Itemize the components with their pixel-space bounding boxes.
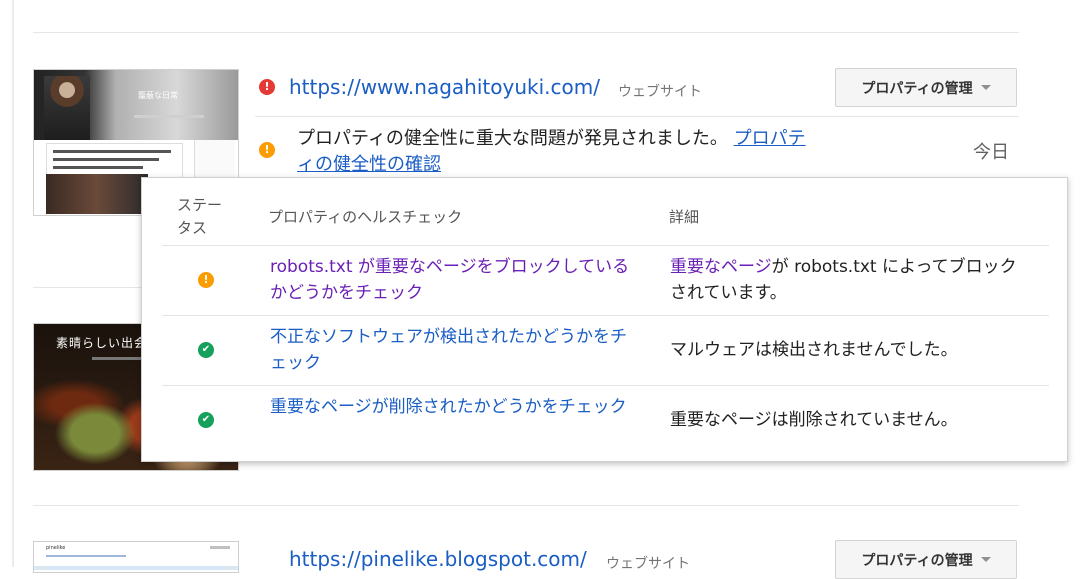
site-type-label: ウェブサイト [606, 556, 690, 572]
alert-date: 今日 [973, 142, 1009, 163]
thumbnail-article-image [46, 174, 148, 214]
check-removed-pages-detail: 重要なページは削除されていません。 [670, 410, 958, 430]
site-thumbnail-3[interactable]: pinelike [33, 541, 239, 573]
thumbnail-person-image [44, 76, 90, 140]
column-header-check: プロパティのヘルスチェック [268, 208, 463, 226]
check-robots-detail: 重要なページが robots.txt によってブロックされています。 [670, 254, 1030, 306]
manage-property-button[interactable]: プロパティの管理 [835, 68, 1017, 107]
manage-property-label: プロパティの管理 [861, 80, 973, 97]
important-pages-link[interactable]: 重要なページ [670, 257, 772, 277]
column-header-status: ステータス [177, 196, 223, 237]
health-check-popup: ステータス プロパティのヘルスチェック 詳細 ! robots.txt が重要な… [141, 177, 1068, 462]
checkmark-icon: ✔ [198, 342, 214, 358]
check-malware-link[interactable]: 不正なソフトウェアが検出されたかどうかをチェック [270, 324, 640, 376]
row-divider [162, 385, 1049, 386]
site-url-link[interactable]: https://pinelike.blogspot.com/ [289, 547, 587, 571]
check-removed-pages-link[interactable]: 重要なページが削除されたかどうかをチェック [270, 394, 640, 420]
thumbnail-blog-title: 素晴らしい出会 [56, 336, 148, 350]
check-robots-link[interactable]: robots.txt が重要なページをブロックしているかどうかをチェック [270, 254, 640, 306]
manage-property-button[interactable]: プロパティの管理 [835, 540, 1017, 579]
chevron-down-icon [980, 557, 991, 562]
section-divider-bottom [33, 505, 1019, 506]
health-alert-message: プロパティの健全性に重大な問題が発見されました。 [297, 128, 728, 149]
thumbnail-blog-title: 籠蔽な日常 [138, 91, 178, 100]
column-header-detail: 詳細 [669, 208, 700, 226]
warning-icon: ! [259, 142, 275, 158]
error-icon: ! [259, 79, 275, 95]
warning-icon: ! [198, 272, 214, 288]
page-left-border [12, 0, 14, 567]
row-divider [162, 315, 1049, 316]
section-divider-top [33, 32, 1019, 33]
row-divider [255, 116, 1019, 117]
site-url-link[interactable]: https://www.nagahitoyuki.com/ [289, 75, 600, 99]
thumbnail-subtitle [134, 115, 204, 118]
thumbnail-logo: pinelike [46, 545, 66, 551]
chevron-down-icon [980, 85, 991, 90]
site-type-label: ウェブサイト [618, 84, 702, 100]
check-malware-detail: マルウェアは検出されませんでした。 [670, 340, 958, 360]
header-divider [162, 245, 1049, 246]
health-alert: プロパティの健全性に重大な問題が発見されました。 プロパティの健全性の確認 [297, 126, 822, 178]
checkmark-icon: ✔ [198, 412, 214, 428]
